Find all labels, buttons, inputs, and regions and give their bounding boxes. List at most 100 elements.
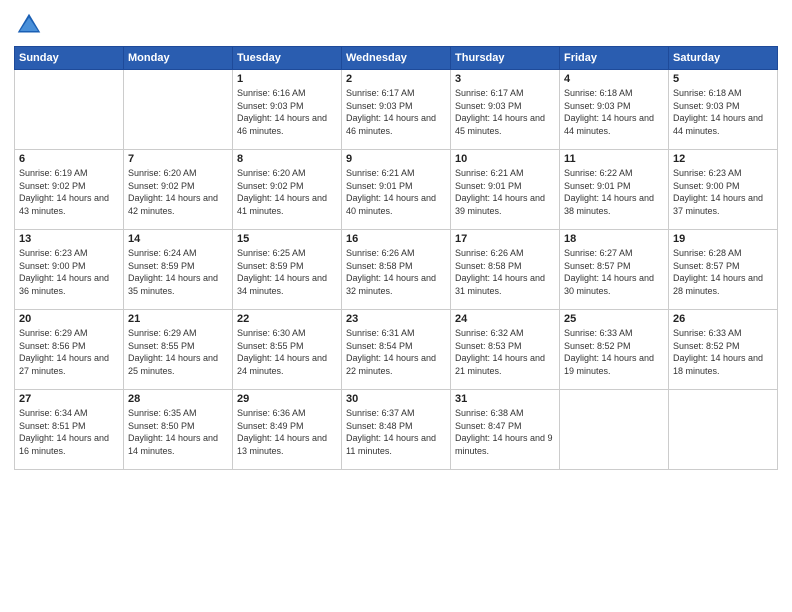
- cell-date: 18: [564, 233, 664, 245]
- cell-date: 24: [455, 313, 555, 325]
- cell-date: 16: [346, 233, 446, 245]
- cell-date: 25: [564, 313, 664, 325]
- calendar-cell: 28Sunrise: 6:35 AMSunset: 8:50 PMDayligh…: [124, 390, 233, 470]
- cell-info: Sunrise: 6:17 AMSunset: 9:03 PMDaylight:…: [346, 87, 446, 137]
- calendar-cell: 6 Sunrise: 6:19 AMSunset: 9:02 PMDaylight…: [15, 150, 124, 230]
- header: [14, 10, 778, 40]
- calendar-cell: 31 Sunrise: 6:38 AMSunset: 8:47 PMDayligh…: [451, 390, 560, 470]
- calendar-cell: [669, 390, 778, 470]
- cell-date: 4: [564, 73, 664, 85]
- cell-info: Sunrise: 6:34 AMSunset: 8:51 PMDaylight:…: [19, 407, 119, 457]
- cell-info: Sunrise: 6:23 AMSunset: 9:00 PMDaylight:…: [673, 167, 773, 217]
- calendar-cell: 26 Sunrise: 6:33 AMSunset: 8:52 PMDayligh…: [669, 310, 778, 390]
- calendar-cell: 18 Sunrise: 6:27 AMSunset: 8:57 PMDayligh…: [560, 230, 669, 310]
- cell-info: Sunrise: 6:32 AMSunset: 8:53 PMDaylight:…: [455, 327, 555, 377]
- cell-info: Sunrise: 6:21 AMSunset: 9:01 PMDaylight:…: [455, 167, 555, 217]
- cell-info: Sunrise: 6:25 AMSunset: 8:59 PMDaylight:…: [237, 247, 337, 297]
- cell-info: Sunrise: 6:33 AMSunset: 8:52 PMDaylight:…: [673, 327, 773, 377]
- cell-date: 15: [237, 233, 337, 245]
- calendar-cell: 14 Sunrise: 6:24 AMSunset: 8:59 PMDayligh…: [124, 230, 233, 310]
- cell-info: Sunrise: 6:17 AMSunset: 9:03 PMDaylight:…: [455, 87, 555, 137]
- cell-info: Sunrise: 6:30 AMSunset: 8:55 PMDaylight:…: [237, 327, 337, 377]
- cell-info: Sunrise: 6:20 AMSunset: 9:02 PMDaylight:…: [128, 167, 228, 217]
- cell-date: 19: [673, 233, 773, 245]
- cell-info: Sunrise: 6:33 AMSunset: 8:52 PMDaylight:…: [564, 327, 664, 377]
- calendar-cell: 7 Sunrise: 6:20 AMSunset: 9:02 PMDaylight…: [124, 150, 233, 230]
- cell-info: Sunrise: 6:28 AMSunset: 8:57 PMDaylight:…: [673, 247, 773, 297]
- calendar-cell: 4 Sunrise: 6:18 AMSunset: 9:03 PMDaylight…: [560, 70, 669, 150]
- calendar-cell: 1 Sunrise: 6:16 AMSunset: 9:03 PMDaylight…: [233, 70, 342, 150]
- cell-date: 7: [128, 153, 228, 165]
- calendar-cell: 8 Sunrise: 6:20 AMSunset: 9:02 PMDaylight…: [233, 150, 342, 230]
- calendar-cell: 19 Sunrise: 6:28 AMSunset: 8:57 PMDayligh…: [669, 230, 778, 310]
- calendar-header: SundayMondayTuesdayWednesdayThursdayFrid…: [15, 47, 778, 70]
- calendar-cell: 10 Sunrise: 6:21 AMSunset: 9:01 PMDayligh…: [451, 150, 560, 230]
- calendar-cell: 15 Sunrise: 6:25 AMSunset: 8:59 PMDayligh…: [233, 230, 342, 310]
- cell-date: 13: [19, 233, 119, 245]
- cell-date: 11: [564, 153, 664, 165]
- calendar-cell: 17Sunrise: 6:26 AMSunset: 8:58 PMDayligh…: [451, 230, 560, 310]
- calendar-cell: 2 Sunrise: 6:17 AMSunset: 9:03 PMDaylight…: [342, 70, 451, 150]
- calendar-cell: 24 Sunrise: 6:32 AMSunset: 8:53 PMDayligh…: [451, 310, 560, 390]
- cell-date: 17: [455, 233, 555, 245]
- cell-info: Sunrise: 6:23 AMSunset: 9:00 PMDaylight:…: [19, 247, 119, 297]
- calendar-cell: 29Sunrise: 6:36 AMSunset: 8:49 PMDayligh…: [233, 390, 342, 470]
- calendar-cell: [124, 70, 233, 150]
- cell-date: 28: [128, 393, 228, 405]
- calendar-week-5: 27 Sunrise: 6:34 AMSunset: 8:51 PMDayligh…: [15, 390, 778, 470]
- cell-info: Sunrise: 6:29 AMSunset: 8:56 PMDaylight:…: [19, 327, 119, 377]
- cell-date: 12: [673, 153, 773, 165]
- cell-info: Sunrise: 6:38 AMSunset: 8:47 PMDaylight:…: [455, 407, 555, 457]
- calendar-cell: 3Sunrise: 6:17 AMSunset: 9:03 PMDaylight…: [451, 70, 560, 150]
- cell-date: 9: [346, 153, 446, 165]
- calendar-week-4: 20 Sunrise: 6:29 AMSunset: 8:56 PMDayligh…: [15, 310, 778, 390]
- cell-date: 5: [673, 73, 773, 85]
- cell-date: 20: [19, 313, 119, 325]
- calendar-cell: [560, 390, 669, 470]
- calendar-cell: 11 Sunrise: 6:22 AMSunset: 9:01 PMDayligh…: [560, 150, 669, 230]
- cell-date: 1: [237, 73, 337, 85]
- logo-icon: [14, 10, 44, 40]
- weekday-header-wednesday: Wednesday: [342, 47, 451, 70]
- weekday-header-monday: Monday: [124, 47, 233, 70]
- cell-date: 6: [19, 153, 119, 165]
- weekday-header-saturday: Saturday: [669, 47, 778, 70]
- cell-date: 8: [237, 153, 337, 165]
- cell-info: Sunrise: 6:24 AMSunset: 8:59 PMDaylight:…: [128, 247, 228, 297]
- calendar-cell: 23 Sunrise: 6:31 AMSunset: 8:54 PMDayligh…: [342, 310, 451, 390]
- cell-date: 2: [346, 73, 446, 85]
- cell-date: 31: [455, 393, 555, 405]
- cell-date: 30: [346, 393, 446, 405]
- calendar-cell: 13 Sunrise: 6:23 AMSunset: 9:00 PMDayligh…: [15, 230, 124, 310]
- cell-date: 26: [673, 313, 773, 325]
- cell-date: 27: [19, 393, 119, 405]
- cell-date: 14: [128, 233, 228, 245]
- cell-info: Sunrise: 6:16 AMSunset: 9:03 PMDaylight:…: [237, 87, 337, 137]
- cell-info: Sunrise: 6:18 AMSunset: 9:03 PMDaylight:…: [673, 87, 773, 137]
- cell-info: Sunrise: 6:18 AMSunset: 9:03 PMDaylight:…: [564, 87, 664, 137]
- cell-info: Sunrise: 6:29 AMSunset: 8:55 PMDaylight:…: [128, 327, 228, 377]
- cell-info: Sunrise: 6:21 AMSunset: 9:01 PMDaylight:…: [346, 167, 446, 217]
- calendar-week-1: 1 Sunrise: 6:16 AMSunset: 9:03 PMDaylight…: [15, 70, 778, 150]
- calendar-cell: 27 Sunrise: 6:34 AMSunset: 8:51 PMDayligh…: [15, 390, 124, 470]
- page: SundayMondayTuesdayWednesdayThursdayFrid…: [0, 0, 792, 612]
- calendar-body: 1 Sunrise: 6:16 AMSunset: 9:03 PMDaylight…: [15, 70, 778, 470]
- cell-info: Sunrise: 6:31 AMSunset: 8:54 PMDaylight:…: [346, 327, 446, 377]
- cell-date: 23: [346, 313, 446, 325]
- cell-info: Sunrise: 6:22 AMSunset: 9:01 PMDaylight:…: [564, 167, 664, 217]
- cell-date: 22: [237, 313, 337, 325]
- weekday-header-sunday: Sunday: [15, 47, 124, 70]
- cell-info: Sunrise: 6:37 AMSunset: 8:48 PMDaylight:…: [346, 407, 446, 457]
- calendar-cell: [15, 70, 124, 150]
- cell-info: Sunrise: 6:20 AMSunset: 9:02 PMDaylight:…: [237, 167, 337, 217]
- weekday-header-row: SundayMondayTuesdayWednesdayThursdayFrid…: [15, 47, 778, 70]
- calendar-week-3: 13 Sunrise: 6:23 AMSunset: 9:00 PMDayligh…: [15, 230, 778, 310]
- cell-date: 10: [455, 153, 555, 165]
- calendar-cell: 12 Sunrise: 6:23 AMSunset: 9:00 PMDayligh…: [669, 150, 778, 230]
- weekday-header-friday: Friday: [560, 47, 669, 70]
- cell-info: Sunrise: 6:27 AMSunset: 8:57 PMDaylight:…: [564, 247, 664, 297]
- logo: [14, 10, 48, 40]
- calendar-week-2: 6 Sunrise: 6:19 AMSunset: 9:02 PMDaylight…: [15, 150, 778, 230]
- cell-info: Sunrise: 6:19 AMSunset: 9:02 PMDaylight:…: [19, 167, 119, 217]
- weekday-header-tuesday: Tuesday: [233, 47, 342, 70]
